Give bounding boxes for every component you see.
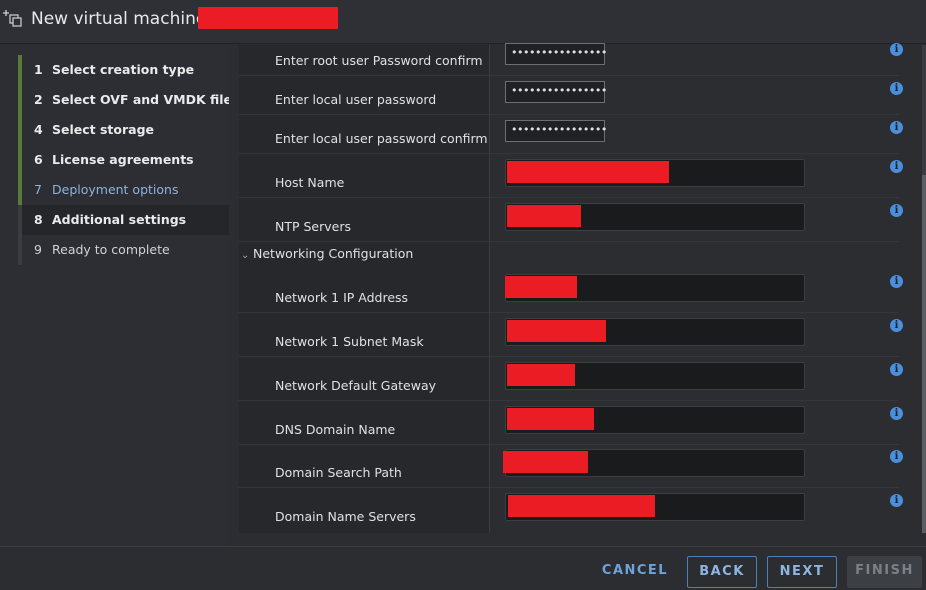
redacted-value: [507, 320, 606, 342]
info-icon[interactable]: i: [890, 363, 903, 376]
redacted-value: [503, 451, 588, 473]
next-button[interactable]: NEXT: [767, 556, 837, 588]
step-number: 7: [34, 182, 42, 197]
domain-name-servers-label: Domain Name Servers: [275, 509, 416, 524]
add-vm-icon: [3, 10, 22, 27]
info-icon[interactable]: i: [890, 160, 903, 173]
default-gateway-label: Network Default Gateway: [275, 378, 437, 393]
finish-button[interactable]: FINISH: [847, 556, 922, 588]
step-additional-settings[interactable]: 8 Additional settings: [18, 205, 229, 235]
network1-ip-input[interactable]: [505, 274, 805, 302]
row-divider: [239, 312, 899, 313]
wizard-steps-list: 1 Select creation type 2 Select OVF and VM…: [18, 55, 239, 265]
network1-subnet-label: Network 1 Subnet Mask: [275, 334, 424, 349]
cancel-button[interactable]: CANCEL: [601, 556, 669, 588]
local-password-label: Enter local user password: [275, 92, 437, 107]
step-label: Select storage: [52, 122, 155, 137]
redacted-value: [507, 408, 594, 430]
step-number: 1: [34, 62, 43, 77]
row-divider: [239, 356, 899, 357]
info-icon[interactable]: i: [890, 319, 903, 332]
step-license-agreements[interactable]: 6 License agreements: [18, 145, 229, 175]
dns-domain-label: DNS Domain Name: [275, 422, 396, 437]
info-icon[interactable]: i: [890, 204, 903, 217]
redacted-value: [507, 161, 669, 183]
column-divider: [489, 45, 490, 533]
info-icon[interactable]: i: [890, 43, 903, 56]
info-icon[interactable]: i: [890, 121, 903, 134]
section-title: Networking Configuration: [253, 246, 414, 261]
row-divider: [239, 197, 899, 198]
networking-section-header[interactable]: ⌄ Networking Configuration: [241, 246, 413, 261]
settings-panel: Enter root user Password confirm •••••••…: [229, 43, 926, 546]
dns-domain-input[interactable]: [505, 406, 805, 434]
ntp-servers-label: NTP Servers: [275, 219, 352, 234]
redacted-vm-name: [198, 7, 338, 29]
wizard-footer: CANCEL BACK NEXT FINISH: [0, 546, 926, 590]
row-divider: [239, 444, 899, 445]
row-divider: [239, 400, 899, 401]
step-ready-to-complete[interactable]: 9 Ready to complete: [18, 235, 229, 265]
chevron-down-icon: ⌄: [241, 250, 250, 261]
row-divider: [239, 153, 899, 154]
step-label: License agreements: [52, 152, 194, 167]
step-label: Select creation type: [52, 62, 195, 77]
title-bar: New virtual machine -: [0, 0, 926, 44]
info-icon[interactable]: i: [890, 494, 903, 507]
step-number: 2: [34, 92, 43, 107]
scrollbar-thumb[interactable]: [922, 175, 926, 533]
root-password-confirm-label: Enter root user Password confirm: [275, 53, 483, 68]
label-column: [239, 45, 489, 533]
dialog-title: New virtual machine -: [31, 9, 218, 29]
info-icon[interactable]: i: [890, 82, 903, 95]
step-number: 6: [34, 152, 43, 167]
host-name-input[interactable]: [505, 159, 805, 187]
settings-grid: Enter root user Password confirm •••••••…: [239, 43, 903, 533]
root-password-confirm-field[interactable]: ••••••••••••••••: [505, 43, 607, 65]
step-label: Select OVF and VMDK files: [52, 92, 240, 107]
step-label: Ready to complete: [52, 242, 170, 257]
row-divider: [239, 241, 899, 242]
step-select-ovf-vmdk[interactable]: 2 Select OVF and VMDK files: [18, 85, 239, 115]
row-divider: [239, 487, 899, 488]
redacted-value: [508, 495, 655, 517]
info-icon[interactable]: i: [890, 450, 903, 463]
default-gateway-input[interactable]: [505, 362, 805, 390]
step-select-storage[interactable]: 4 Select storage: [18, 115, 229, 145]
row-divider: [239, 114, 899, 115]
info-icon[interactable]: i: [890, 275, 903, 288]
domain-search-path-input[interactable]: [503, 449, 805, 477]
domain-name-servers-input[interactable]: [505, 493, 805, 521]
wizard-steps-sidebar: 1 Select creation type 2 Select OVF and VM…: [0, 45, 239, 546]
redacted-value: [507, 205, 581, 227]
redacted-value: [507, 364, 575, 386]
step-number: 8: [34, 212, 43, 227]
back-button[interactable]: BACK: [687, 556, 757, 588]
step-label: Deployment options: [52, 182, 179, 197]
ntp-servers-input[interactable]: [505, 203, 805, 231]
local-password-confirm-field[interactable]: ••••••••••••••••: [505, 120, 607, 142]
step-deployment-options[interactable]: 7 Deployment options: [18, 175, 229, 205]
step-select-creation-type[interactable]: 1 Select creation type: [18, 55, 229, 85]
info-icon[interactable]: i: [890, 407, 903, 420]
step-number: 9: [34, 242, 42, 257]
step-number: 4: [34, 122, 43, 137]
host-name-label: Host Name: [275, 175, 345, 190]
step-label: Additional settings: [52, 212, 187, 227]
local-password-confirm-label: Enter local user password confirm: [275, 131, 488, 146]
network1-subnet-input[interactable]: [505, 318, 805, 346]
local-password-field[interactable]: ••••••••••••••••: [505, 81, 607, 103]
row-divider: [239, 75, 899, 76]
redacted-value: [505, 276, 577, 298]
network1-ip-label: Network 1 IP Address: [275, 290, 409, 305]
domain-search-path-label: Domain Search Path: [275, 465, 402, 480]
